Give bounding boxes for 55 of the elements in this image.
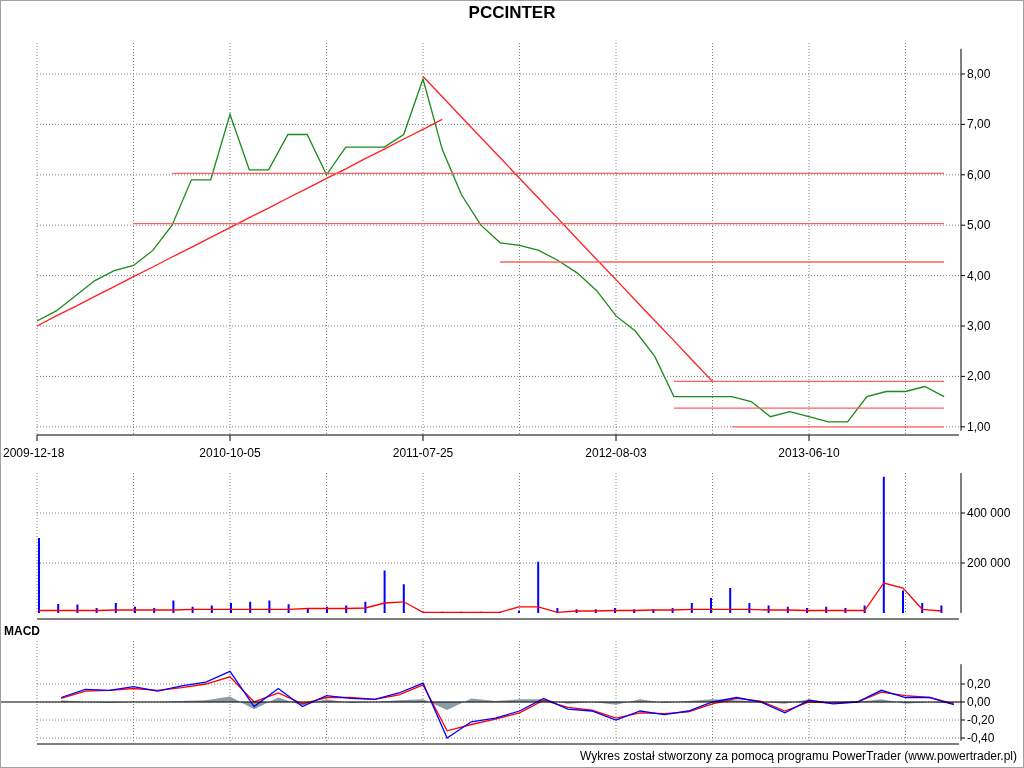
volume-bar: [633, 609, 636, 613]
chart-title: PCCINTER: [468, 3, 556, 21]
volume-bar: [825, 606, 828, 613]
volume-bar: [748, 603, 751, 613]
volume-bar: [114, 603, 117, 613]
axis-label: 2009-12-18: [3, 446, 65, 460]
volume-bar: [172, 600, 175, 613]
volume-bar: [76, 604, 79, 613]
volume-bar: [95, 608, 98, 613]
volume-bar: [671, 608, 674, 613]
volume-bar: [556, 608, 559, 613]
axis-label: 8,00: [967, 67, 991, 81]
axis-label: 0,00: [967, 695, 991, 709]
axis-label: 3,00: [967, 319, 991, 333]
axis-label: 4,00: [967, 268, 991, 283]
footer-credit: Wykres został stworzony za pomocą programu PowerTrader (www.powertrader.pl): [580, 750, 1017, 762]
axis-label: -0,20: [967, 713, 995, 727]
volume-bar: [537, 561, 540, 613]
axis-label: 7,00: [967, 117, 991, 132]
axis-label: 2012-08-03: [585, 446, 647, 460]
volume-bar: [153, 608, 156, 613]
axis-label: 2010-10-05: [199, 446, 261, 460]
volume-bar: [921, 603, 924, 613]
axis-label: 2,00: [967, 369, 991, 384]
volume-bar: [57, 604, 60, 613]
volume-bar: [345, 605, 348, 613]
volume-bar: [729, 588, 732, 613]
volume-bar: [690, 603, 693, 613]
axis-label: 5,00: [967, 218, 991, 233]
axis-label: -0,40: [967, 731, 995, 745]
volume-bar: [210, 605, 213, 613]
volume-bar: [268, 600, 271, 613]
axis-label: 400 000: [967, 506, 1011, 520]
volume-bar: [594, 609, 597, 613]
volume-bar: [863, 605, 866, 613]
volume-bar: [287, 604, 290, 613]
axis-label: 2011-07-25: [392, 446, 454, 460]
axis-label: 0,20: [967, 677, 991, 691]
volume-bar: [364, 601, 367, 613]
volume-bar: [383, 570, 386, 613]
volume-bar: [191, 606, 194, 613]
volume-bar: [652, 609, 655, 613]
volume-bar: [249, 601, 252, 613]
volume-bar: [767, 605, 770, 613]
volume-bar: [844, 608, 847, 613]
axis-label: 6,00: [967, 167, 991, 182]
volume-bar: [402, 584, 405, 613]
panel-label: MACD: [4, 625, 40, 637]
axis-label: 2013-06-10: [778, 446, 840, 460]
axis-label: 200 000: [967, 556, 1011, 570]
volume-bar: [575, 609, 578, 613]
volume-bar: [786, 606, 789, 613]
axis-label: 1,00: [967, 419, 991, 434]
volume-bar: [940, 605, 943, 613]
volume-bar: [306, 608, 309, 613]
